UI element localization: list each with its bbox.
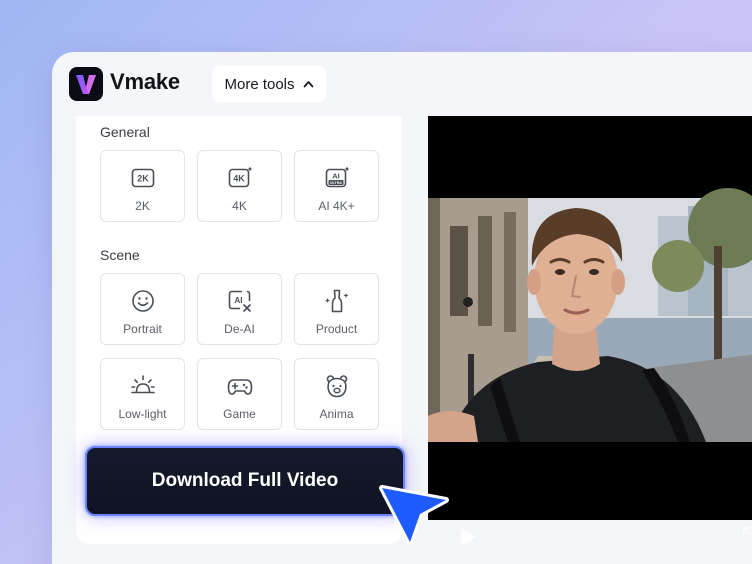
option-label: Game bbox=[223, 407, 256, 421]
option-product[interactable]: Product bbox=[294, 273, 379, 345]
option-label: AI 4K+ bbox=[318, 199, 355, 213]
chevron-up-icon bbox=[303, 81, 313, 88]
play-icon[interactable] bbox=[458, 526, 478, 548]
option-label: De-AI bbox=[224, 322, 255, 336]
gamepad-icon bbox=[227, 379, 252, 395]
option-2k[interactable]: 2K 2K bbox=[100, 150, 185, 222]
option-label: Anima bbox=[319, 407, 354, 421]
option-4k[interactable]: 4K 4K bbox=[197, 150, 282, 222]
section-label-general: General bbox=[100, 124, 150, 140]
icon-text-4k: 4K bbox=[233, 174, 245, 184]
icon-text-ultra: ULTRA bbox=[330, 181, 342, 185]
video-frame bbox=[428, 188, 752, 442]
option-label: 2K bbox=[135, 199, 150, 213]
option-anima[interactable]: Anima bbox=[294, 358, 379, 430]
option-label: Portrait bbox=[123, 322, 162, 336]
more-tools-button[interactable]: More tools bbox=[212, 66, 326, 102]
option-label: Product bbox=[315, 322, 358, 336]
icon-text-2k: 2K bbox=[137, 174, 149, 184]
section-label-scene: Scene bbox=[100, 247, 140, 263]
fullscreen-icon[interactable] bbox=[742, 526, 752, 544]
download-full-video-button[interactable]: Download Full Video bbox=[85, 446, 405, 516]
2k-icon: 2K bbox=[131, 168, 154, 188]
option-label: Low-light bbox=[118, 407, 167, 421]
icon-text-de-ai: AI bbox=[234, 296, 242, 305]
sunrise-icon bbox=[130, 375, 155, 394]
option-portrait[interactable]: Portrait bbox=[100, 273, 185, 345]
option-label: 4K bbox=[232, 199, 247, 213]
option-ai-4k-plus[interactable]: AI ULTRA AI 4K+ bbox=[294, 150, 379, 222]
icon-text-ai: AI bbox=[332, 172, 340, 181]
de-ai-icon: AI bbox=[228, 290, 251, 312]
video-preview[interactable] bbox=[428, 116, 752, 546]
option-game[interactable]: Game bbox=[197, 358, 282, 430]
smiley-icon bbox=[131, 290, 154, 312]
vmake-logo-icon bbox=[69, 67, 103, 101]
option-low-light[interactable]: Low-light bbox=[100, 358, 185, 430]
product-icon bbox=[324, 289, 348, 313]
ai-ultra-icon: AI ULTRA bbox=[325, 166, 349, 188]
pointer-cursor-icon bbox=[379, 485, 449, 545]
bear-icon bbox=[326, 375, 347, 398]
brand-name: Vmake bbox=[110, 69, 180, 94]
more-tools-label: More tools bbox=[224, 75, 295, 93]
option-de-ai[interactable]: AI De-AI bbox=[197, 273, 282, 345]
4k-icon: 4K bbox=[228, 166, 252, 188]
